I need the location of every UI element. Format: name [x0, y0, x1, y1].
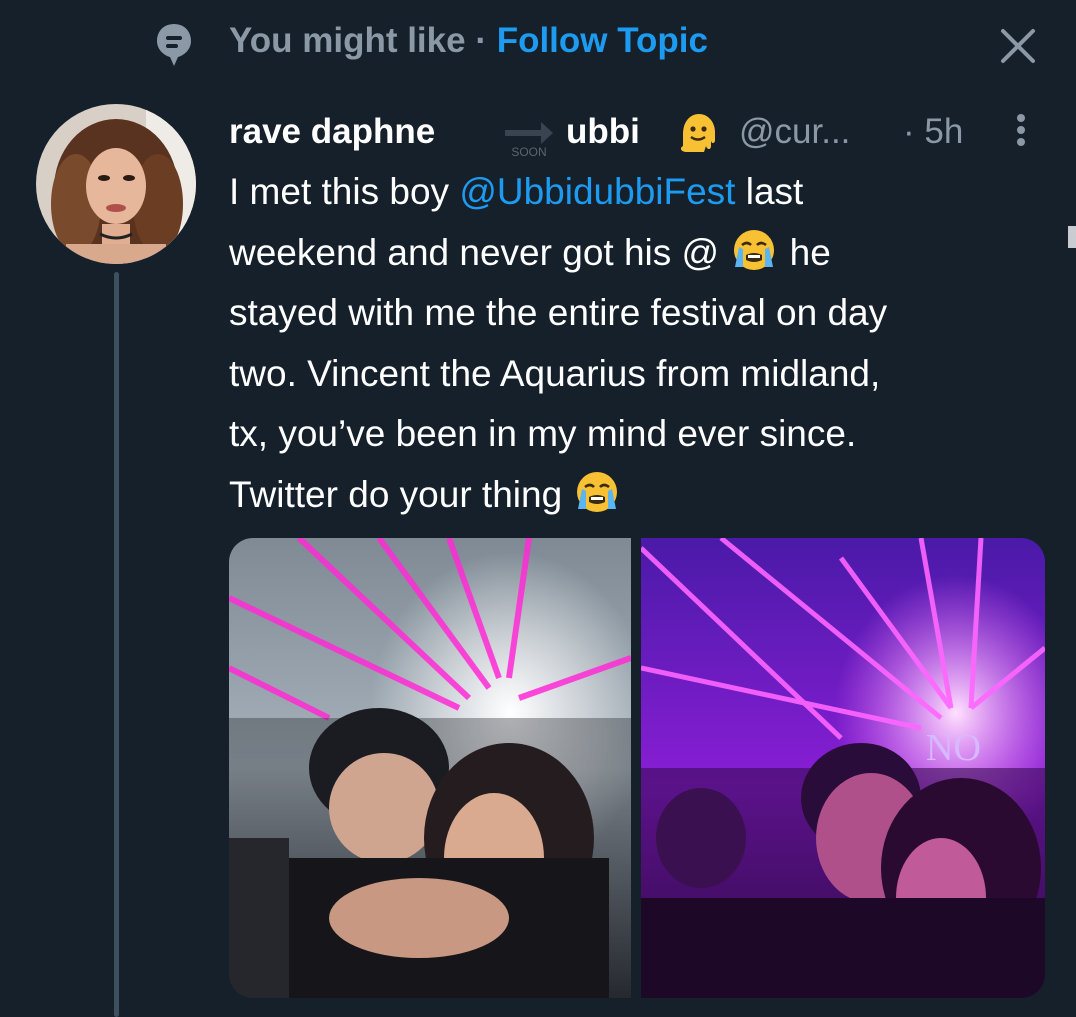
arrow-soon-icon: SOON: [505, 122, 553, 158]
melting-face-icon: [680, 114, 715, 152]
tweet-text: I met this boy @UbbidubbiFest last weeke…: [229, 162, 1049, 525]
topic-label: You might like · Follow Topic: [229, 20, 708, 62]
user-handle[interactable]: @cur...: [739, 110, 850, 154]
scrollbar-thumb[interactable]: [1068, 226, 1076, 248]
tweet-line: two. Vincent the Aquarius from midland,: [229, 352, 881, 394]
follow-topic-link[interactable]: Follow Topic: [497, 21, 708, 60]
tweet-line: stayed with me the entire festival on da…: [229, 292, 888, 333]
tweet-line: weekend and never got his @ he: [229, 223, 1049, 284]
more-options-icon[interactable]: [1011, 108, 1031, 156]
display-name-suffix[interactable]: ubbi: [566, 110, 640, 154]
tweet-media: NO: [229, 538, 1045, 998]
photo-2[interactable]: NO: [641, 538, 1045, 998]
topic-icon: [157, 24, 191, 66]
tweet-line: I met this boy @UbbidubbiFest last: [229, 171, 804, 212]
avatar[interactable]: [36, 104, 196, 264]
tweet-line: Twitter do your thing: [229, 465, 1049, 526]
soon-label: SOON: [511, 145, 546, 158]
photo-1[interactable]: [229, 538, 631, 998]
mention-link[interactable]: @UbbidubbiFest: [459, 171, 735, 212]
photo2-sign: NO: [926, 727, 981, 769]
topic-prefix: You might like ·: [229, 21, 497, 60]
tweet-line: tx, you’ve been in my mind ever since.: [229, 413, 857, 454]
timestamp[interactable]: · 5h: [903, 110, 963, 154]
topic-recommendation-row: You might like · Follow Topic: [0, 0, 1076, 90]
close-icon[interactable]: [998, 26, 1038, 66]
crying-face-icon: [577, 471, 618, 512]
thread-line: [114, 272, 119, 1017]
crying-face-icon: [734, 229, 775, 270]
display-name[interactable]: rave daphne: [229, 110, 435, 154]
